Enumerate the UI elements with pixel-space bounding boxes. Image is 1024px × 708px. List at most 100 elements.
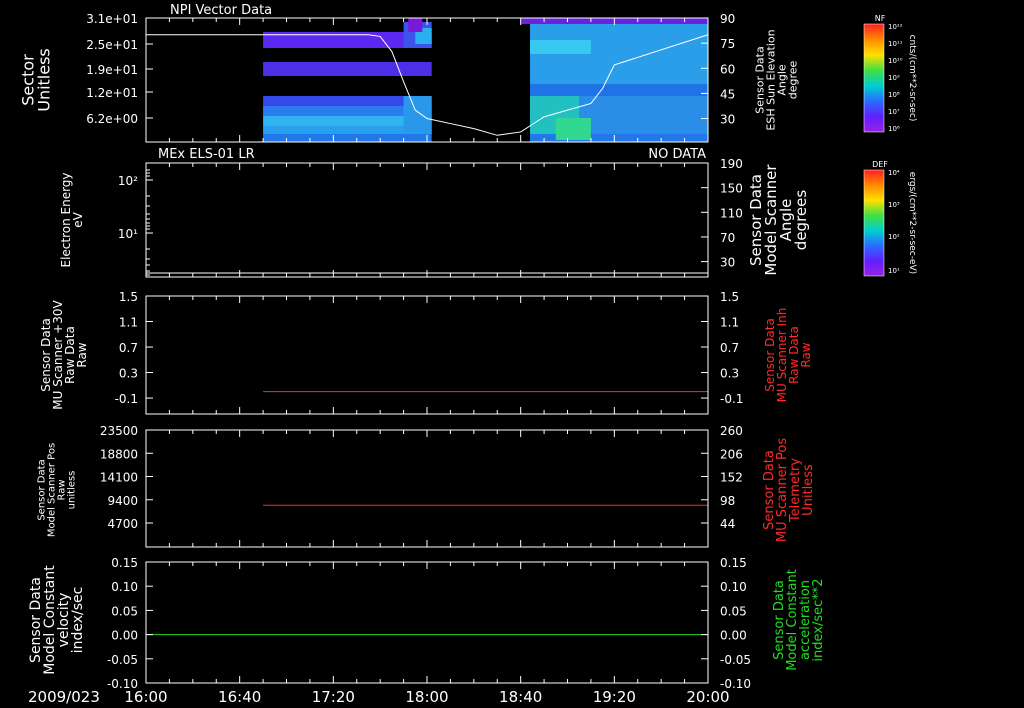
y-tick-label: 1.5 bbox=[119, 290, 138, 304]
heatmap-cell bbox=[579, 96, 708, 134]
y-tick-label: 10¹ bbox=[118, 227, 138, 241]
colorbar-tick: 10¹² bbox=[888, 23, 903, 31]
right-axis-label: Sensor DataModel Constantaccelerationind… bbox=[772, 569, 826, 671]
colorbar-tick: 10⁸ bbox=[888, 91, 900, 99]
right-y-tick-label: 30 bbox=[720, 113, 735, 127]
plot-canvas: 3.1e+01 2.5e+01 1.9e+01 1.2e+01 6.2e+00 90 75 6… bbox=[19, 3, 917, 706]
axis-label-line: unitless bbox=[67, 471, 78, 510]
y-tick-label: 1.9e+01 bbox=[86, 63, 138, 77]
colorbar-tick: 10² bbox=[888, 233, 900, 241]
axis-label-line: Raw bbox=[75, 342, 89, 367]
y-tick-label: 0.10 bbox=[111, 580, 138, 594]
y-tick-label: 18800 bbox=[100, 447, 138, 461]
time-tick-label: 17:20 bbox=[312, 688, 355, 706]
right-y-tick-label: 152 bbox=[720, 471, 743, 485]
y-tick-label: 0.3 bbox=[119, 367, 138, 381]
y-tick-label: 0.7 bbox=[119, 341, 138, 355]
right-y-tick-label: -0.05 bbox=[720, 653, 751, 667]
right-y-tick-label: 0.00 bbox=[720, 629, 747, 643]
time-tick-label: 19:20 bbox=[593, 688, 636, 706]
heatmap-cell bbox=[263, 134, 432, 142]
axis-label-line: index/sec bbox=[70, 587, 86, 654]
right-y-tick-label: 0.7 bbox=[720, 341, 739, 355]
right-y-tick-label: 60 bbox=[720, 62, 735, 76]
colorbar-1 bbox=[863, 23, 885, 133]
right-y-tick-label: 206 bbox=[720, 447, 743, 461]
colorbar-tick: 10¹¹ bbox=[888, 40, 903, 48]
colorbar-unit: cnts/(cm**2-sr-sec) bbox=[907, 35, 917, 122]
time-tick-label: 18:00 bbox=[405, 688, 448, 706]
y-tick-label: 10² bbox=[118, 174, 138, 188]
axis-label-line: degrees bbox=[792, 190, 810, 251]
y-tick-label: 2.5e+01 bbox=[86, 38, 138, 52]
y-tick-label: 14100 bbox=[100, 471, 138, 485]
y-tick-label: 23500 bbox=[100, 424, 138, 438]
panel-title: MEx ELS-01 LR bbox=[158, 147, 255, 162]
y-tick-label: 3.1e+01 bbox=[86, 12, 138, 26]
y-axis-label: Sensor DataMU Scanner +30VRaw DataRaw bbox=[39, 300, 89, 410]
right-y-tick-label: 110 bbox=[720, 206, 743, 220]
colorbar-tick: 10⁶ bbox=[888, 125, 900, 133]
right-axis-label: Sensor DataMU Scanner InhRaw DataRaw bbox=[763, 308, 813, 403]
right-axis-label: Sensor DataESH Sun ElevationAngledegree bbox=[753, 29, 799, 130]
axis-label-line: Unitless bbox=[801, 464, 816, 516]
y-tick-label: -0.1 bbox=[115, 392, 138, 406]
heatmap-cell bbox=[263, 62, 432, 76]
panel-frame-3 bbox=[145, 295, 709, 415]
heatmap-cell bbox=[555, 118, 591, 140]
time-tick-label: 16:00 bbox=[124, 688, 167, 706]
colorbar-tick: 10⁹ bbox=[888, 74, 900, 82]
right-y-tick-label: 0.05 bbox=[720, 604, 747, 618]
colorbar-tick: 10¹ bbox=[888, 267, 900, 275]
right-y-tick-label: 0.3 bbox=[720, 367, 739, 381]
panel-title: NPI Vector Data bbox=[170, 3, 272, 18]
colorbar-title: DEF bbox=[872, 160, 888, 169]
axis-label-line: eV bbox=[71, 211, 85, 227]
heatmap-cell bbox=[403, 96, 432, 134]
time-tick-label: 18:40 bbox=[499, 688, 542, 706]
right-y-tick-label: 0.15 bbox=[720, 556, 747, 570]
right-y-tick-label: 98 bbox=[720, 494, 735, 508]
y-tick-label: 6.2e+00 bbox=[86, 112, 138, 126]
date-label: 2009/023 bbox=[28, 688, 100, 706]
y-tick-label: 9400 bbox=[107, 494, 138, 508]
right-y-tick-label: 44 bbox=[720, 517, 735, 531]
right-y-tick-label: 0.10 bbox=[720, 580, 747, 594]
y-tick-label: 1.1 bbox=[119, 316, 138, 330]
time-tick-label: 16:40 bbox=[218, 688, 261, 706]
y-axis-label: Sensor DataModel Scanner PosRawunitless bbox=[37, 443, 78, 537]
axis-label-line: Raw bbox=[799, 342, 813, 367]
right-y-tick-label: 1.5 bbox=[720, 290, 739, 304]
y-tick-label: 0.00 bbox=[111, 629, 138, 643]
no-data-label: NO DATA bbox=[648, 147, 706, 162]
right-y-tick-label: 30 bbox=[720, 256, 735, 270]
right-y-tick-label: 190 bbox=[720, 157, 743, 171]
right-axis-label: Sensor DataMU Scanner PosTelemetryUnitle… bbox=[762, 438, 816, 543]
y-tick-label: 0.05 bbox=[111, 604, 138, 618]
right-y-tick-label: 1.1 bbox=[720, 316, 739, 330]
right-y-tick-label: 70 bbox=[720, 231, 735, 245]
right-axis-label: Sensor DataModel ScannerAngledegrees bbox=[747, 164, 810, 276]
colorbar-title: NF bbox=[875, 14, 886, 23]
panel-frame-4 bbox=[145, 429, 709, 548]
axis-label-line: degree bbox=[786, 61, 799, 100]
colorbar-unit: ergs/(cm**2-sr-sec-eV) bbox=[907, 172, 917, 274]
colorbar-2 bbox=[863, 169, 885, 277]
right-y-tick-label: 260 bbox=[720, 424, 743, 438]
y-tick-label: 0.15 bbox=[111, 556, 138, 570]
heatmap-cell bbox=[408, 18, 423, 32]
y-tick-label: 4700 bbox=[107, 517, 138, 531]
panel-frame-5 bbox=[145, 561, 709, 684]
right-y-tick-label: 75 bbox=[720, 37, 735, 51]
colorbar-tick: 10³ bbox=[888, 201, 900, 209]
right-y-tick-label: -0.1 bbox=[720, 392, 743, 406]
colorbar-tick: 10¹⁰ bbox=[888, 57, 903, 65]
panel-frame-2 bbox=[145, 162, 709, 278]
heatmap-cell bbox=[530, 84, 708, 96]
y-axis-label: Electron EnergyeV bbox=[59, 172, 85, 267]
axis-label-line: Unitless bbox=[35, 48, 54, 112]
y-tick-label: -0.05 bbox=[107, 653, 138, 667]
colorbar-tick: 10⁷ bbox=[888, 108, 900, 116]
heatmap-cell bbox=[530, 40, 591, 54]
time-tick-label: 20:00 bbox=[686, 688, 729, 706]
